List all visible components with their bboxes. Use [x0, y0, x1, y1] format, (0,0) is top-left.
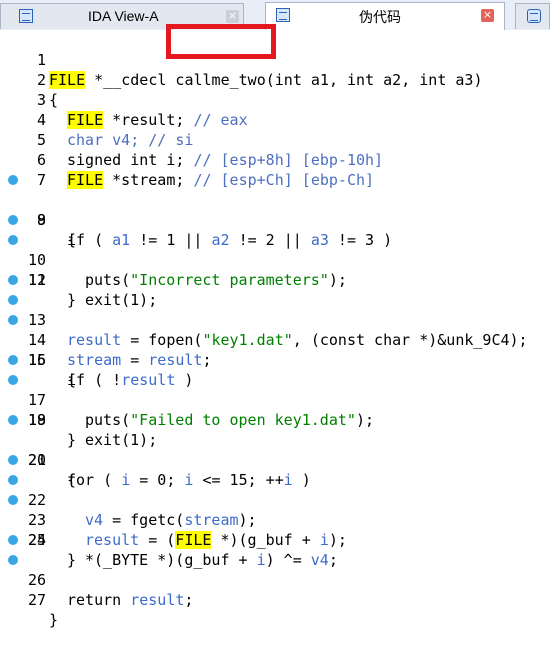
variable[interactable]: result	[130, 591, 184, 609]
code-line: 9 {	[0, 190, 550, 249]
code-line: 11 exit(1);	[0, 230, 550, 309]
code-line: 18 exit(1);	[0, 370, 550, 449]
code-line: 24 *(_BYTE *)(g_buf + i) ^= v4;	[0, 490, 550, 569]
code-line: 22 v4 = fgetc(stream);	[0, 450, 550, 529]
line-code[interactable]: return result;	[67, 590, 193, 610]
code-line: 17 puts("Failed to open key1.dat");	[0, 350, 550, 429]
breakpoint-dot[interactable]	[8, 355, 18, 365]
annotation-highlight-box	[166, 24, 276, 59]
code-text: ;	[184, 591, 194, 609]
breakpoint-dot[interactable]	[8, 275, 18, 285]
code-line: 6 FILE *stream; // [esp+Ch] [ebp-Ch]	[0, 130, 550, 189]
breakpoint-dot[interactable]	[8, 315, 18, 325]
code-line: 20 for ( i = 0; i <= 15; ++i )	[0, 410, 550, 489]
hex-view-icon	[527, 9, 541, 23]
breakpoint-dot[interactable]	[8, 215, 18, 225]
line-number: 27	[27, 591, 46, 609]
code-line: 16 {	[0, 330, 550, 389]
breakpoint-dot[interactable]	[8, 455, 18, 465]
tab-pseudocode-label: 伪代码	[359, 9, 401, 25]
code-line: 8 if ( a1 != 1 || a2 != 2 || a3 != 3 )	[0, 170, 550, 249]
close-icon[interactable]: ×	[226, 10, 239, 23]
code-text: return	[67, 591, 131, 609]
code-line: 10 puts("Incorrect parameters");	[0, 210, 550, 289]
code-line: 7	[0, 150, 550, 189]
code-line: 25 }	[0, 510, 550, 569]
pseudocode-view-icon	[276, 8, 290, 22]
breakpoint-dot[interactable]	[8, 555, 18, 565]
breakpoint-dot[interactable]	[8, 295, 18, 305]
code-line: 19 }	[0, 390, 550, 449]
code-line: 21 {	[0, 430, 550, 489]
code-line: 14 stream = result;	[0, 290, 550, 369]
breakpoint-dot[interactable]	[8, 495, 18, 505]
code-line: 27 }	[0, 550, 550, 629]
breakpoint-dot[interactable]	[8, 475, 18, 485]
code-line: 23 result = (FILE *)(g_buf + i);	[0, 470, 550, 549]
breakpoint-dot[interactable]	[8, 175, 18, 185]
breakpoint-dot[interactable]	[8, 235, 18, 245]
code-line: 12 }	[0, 250, 550, 309]
code-line: 4 char v4; // si	[0, 90, 550, 149]
breakpoint-dot[interactable]	[8, 375, 18, 385]
breakpoint-dot[interactable]	[8, 415, 18, 425]
tab-ida-view-a-label: IDA View-A	[88, 8, 159, 24]
disassembly-view-icon	[19, 9, 33, 23]
close-icon[interactable]: ×	[481, 9, 494, 22]
tab-hex-view[interactable]	[515, 3, 550, 29]
pseudocode-editor[interactable]: 1 FILE *__cdecl callme_two(int a1, int a…	[0, 30, 550, 629]
code-line: 26 return result;	[0, 530, 550, 609]
breakpoint-dot[interactable]	[8, 535, 18, 545]
tab-pseudocode[interactable]: 伪代码 ×	[265, 2, 505, 30]
code-line: 5 signed int i; // [esp+8h] [ebp-10h]	[0, 110, 550, 169]
code-line: 3 FILE *result; // eax	[0, 70, 550, 129]
code-line: 15 if ( !result )	[0, 310, 550, 389]
code-line: 13 result = fopen("key1.dat", (const cha…	[0, 270, 550, 349]
line-code[interactable]: }	[49, 610, 58, 630]
